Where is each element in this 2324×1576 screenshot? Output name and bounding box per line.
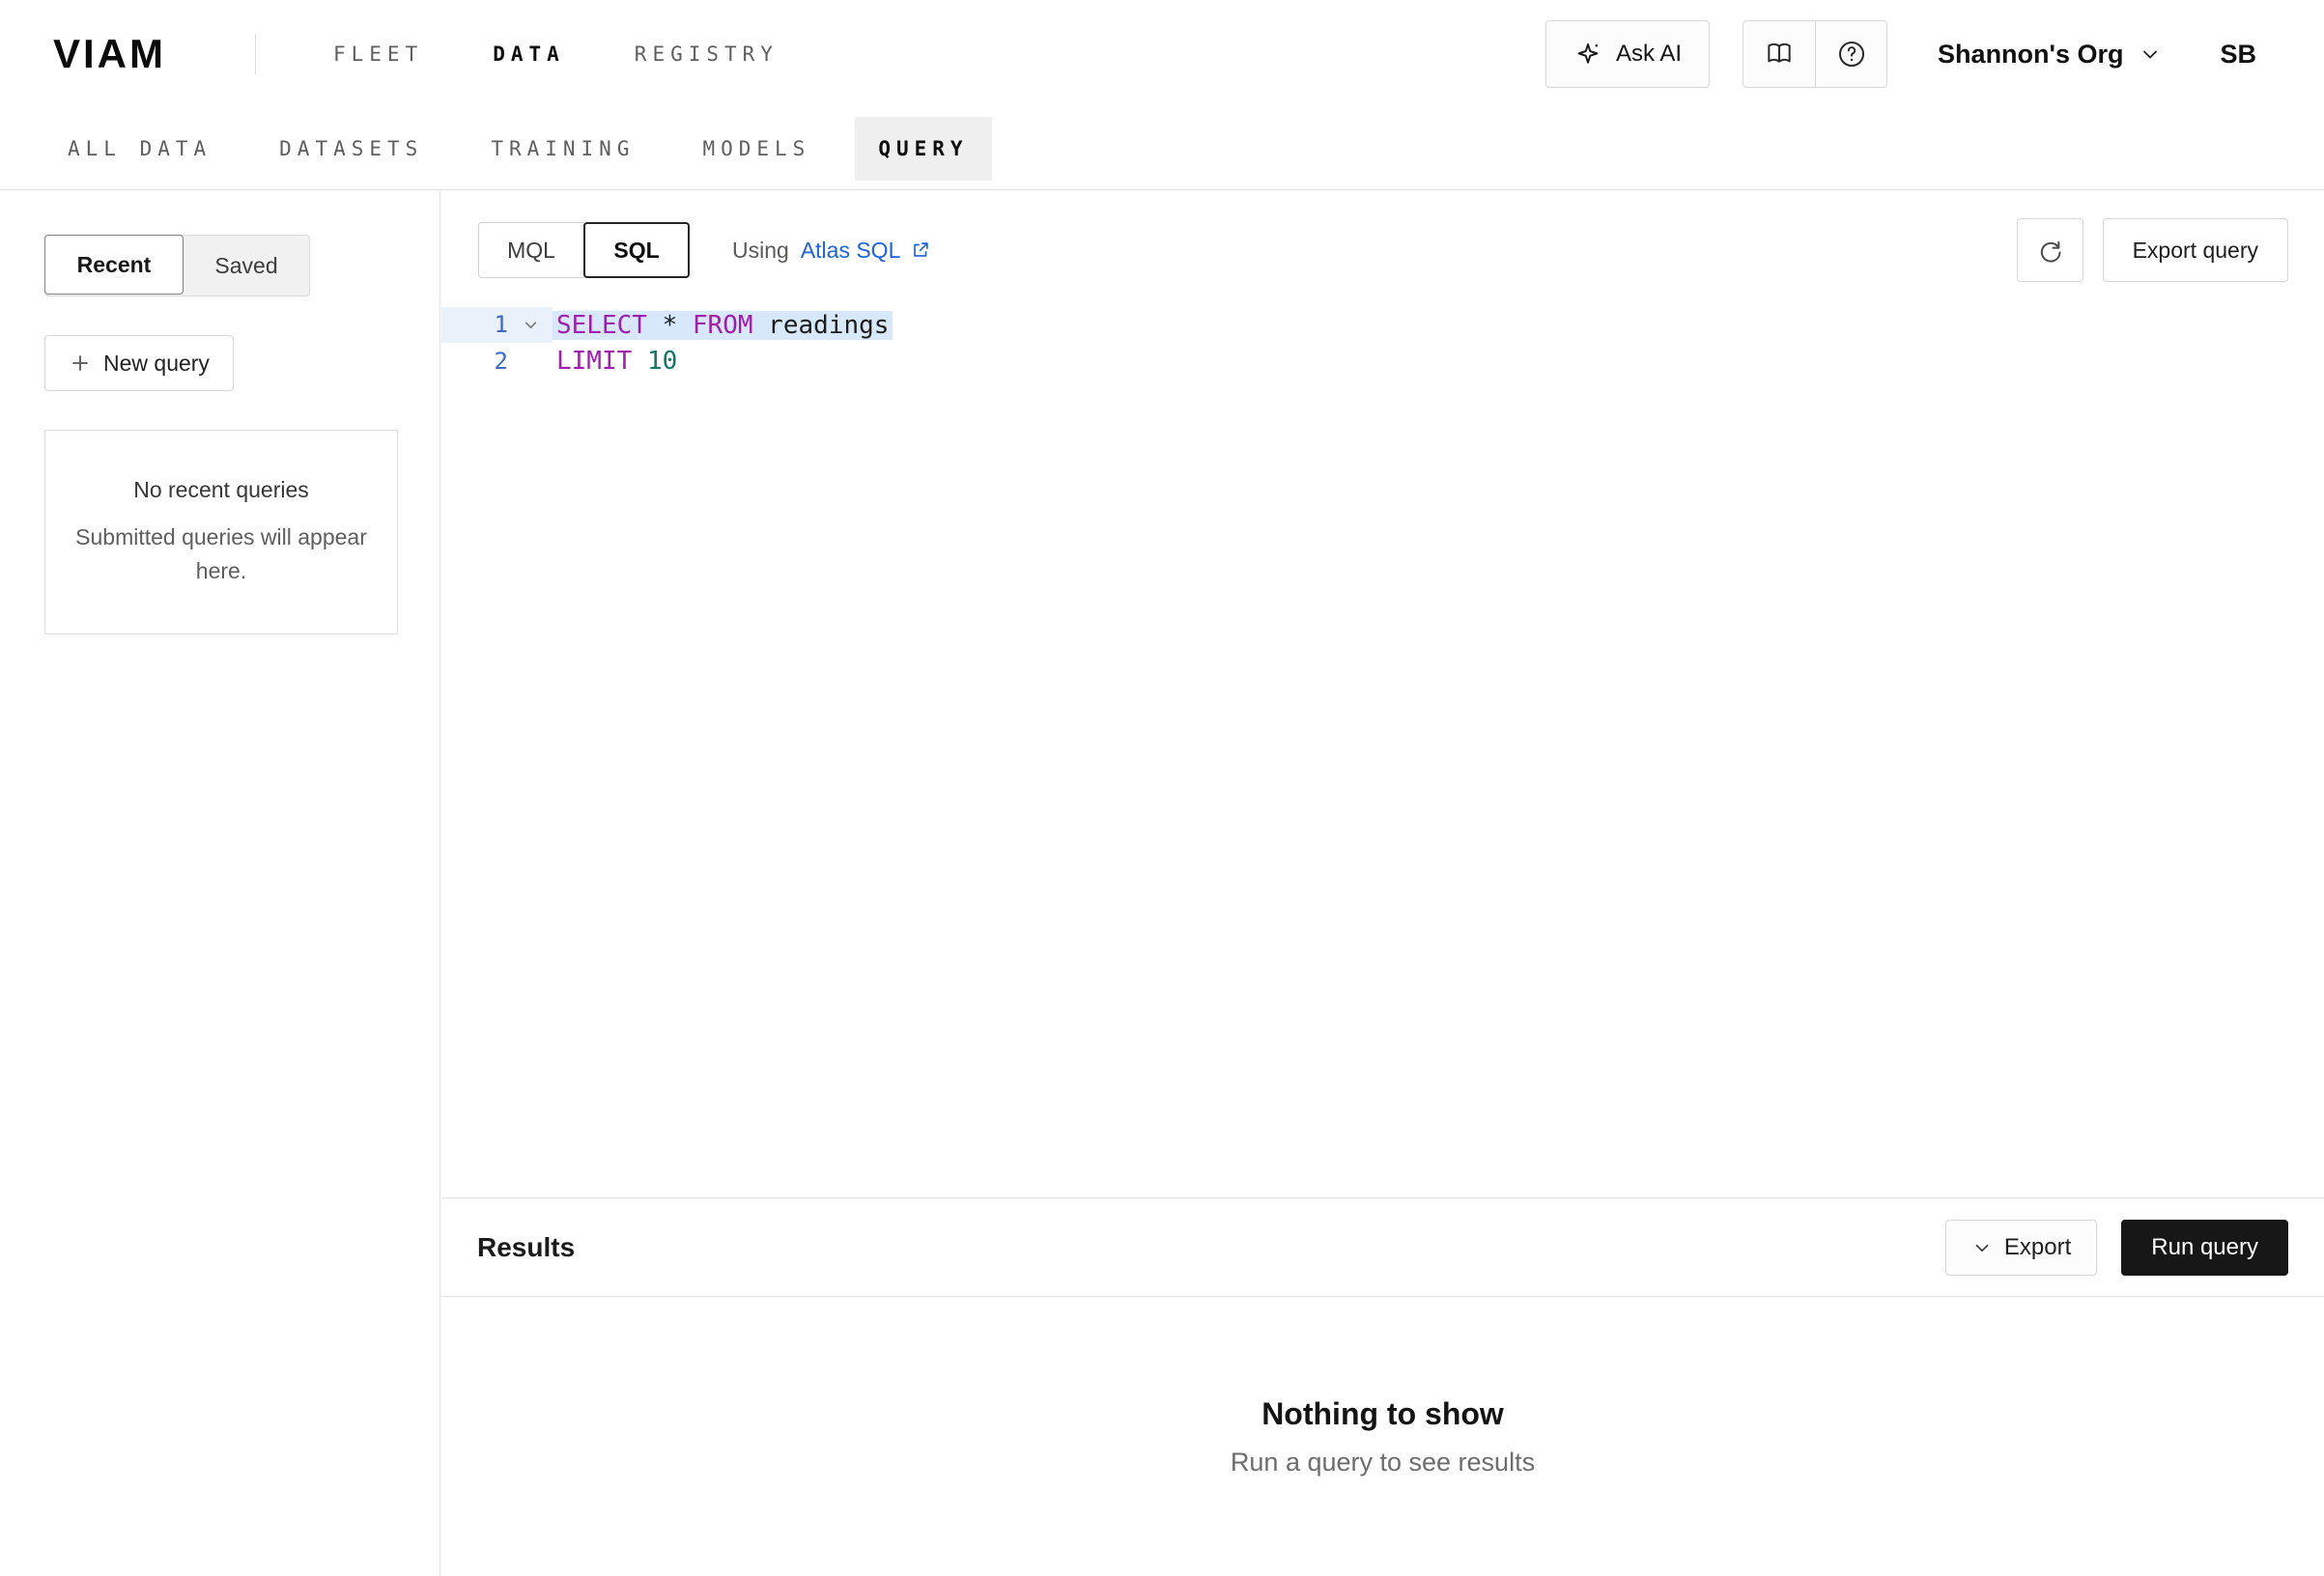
results-empty-title: Nothing to show — [1261, 1396, 1504, 1432]
empty-state-title: No recent queries — [71, 477, 372, 503]
chevron-down-icon — [1971, 1237, 1993, 1258]
results-empty-subtitle: Run a query to see results — [1231, 1448, 1535, 1478]
results-bar: Results Export Run query — [441, 1197, 2324, 1297]
recent-saved-toggle: Recent Saved — [44, 235, 310, 296]
export-query-button[interactable]: Export query — [2103, 218, 2288, 282]
top-nav: FLEET DATA REGISTRY — [333, 42, 779, 66]
code-line[interactable]: 2 LIMIT 10 — [441, 343, 2324, 379]
sql-editor[interactable]: 1 SELECT * FROM readings 2 LIMIT 10 — [441, 307, 2324, 379]
new-query-label: New query — [103, 351, 210, 377]
tab-all-data[interactable]: ALL DATA — [44, 117, 235, 181]
recent-queries-empty-state: No recent queries Submitted queries will… — [44, 430, 398, 634]
ask-ai-label: Ask AI — [1616, 41, 1682, 68]
export-results-label: Export — [2004, 1234, 2071, 1261]
saved-tab[interactable]: Saved — [184, 236, 309, 296]
query-sidebar: Recent Saved New query No recent queries… — [0, 190, 440, 1576]
header-divider — [255, 34, 256, 74]
line-number: 2 — [441, 348, 508, 375]
code-line-text: SELECT * FROM readings — [553, 311, 893, 340]
help-button[interactable] — [1815, 21, 1886, 87]
code-line-text: LIMIT 10 — [553, 347, 681, 376]
viam-logo[interactable]: VIAM — [53, 31, 166, 77]
refresh-button[interactable] — [2017, 218, 2083, 282]
refresh-icon — [2036, 237, 2063, 264]
new-query-button[interactable]: New query — [44, 335, 234, 391]
using-atlas-sql: Using Atlas SQL — [732, 238, 931, 264]
results-title: Results — [477, 1232, 575, 1263]
using-label: Using — [732, 238, 789, 264]
page: VIAM FLEET DATA REGISTRY Ask AI — [0, 0, 2324, 1576]
question-circle-icon — [1836, 39, 1867, 70]
external-link-icon — [910, 239, 931, 261]
org-switcher[interactable]: Shannon's Org — [1938, 40, 2162, 70]
header-right: Ask AI — [1545, 20, 2256, 88]
ask-ai-button[interactable]: Ask AI — [1545, 20, 1710, 88]
atlas-sql-link-label: Atlas SQL — [801, 238, 901, 264]
results-actions: Export Run query — [1945, 1220, 2288, 1276]
org-name: Shannon's Org — [1938, 40, 2123, 70]
fold-chevron-icon[interactable] — [508, 307, 553, 343]
chevron-down-icon — [2139, 42, 2162, 66]
query-mode-toggle: MQL SQL — [478, 222, 690, 278]
atlas-sql-link[interactable]: Atlas SQL — [801, 238, 932, 264]
empty-state-subtitle: Submitted queries will appear here. — [71, 521, 372, 587]
top-nav-fleet[interactable]: FLEET — [333, 42, 423, 66]
query-toolbar: MQL SQL Using Atlas SQL — [441, 218, 2324, 282]
query-toolbar-right: Export query — [2017, 218, 2288, 282]
sql-mode-button[interactable]: SQL — [583, 222, 690, 278]
mql-mode-button[interactable]: MQL — [478, 222, 584, 278]
docs-button[interactable] — [1743, 21, 1815, 87]
code-line[interactable]: 1 SELECT * FROM readings — [441, 307, 2324, 343]
tab-query[interactable]: QUERY — [855, 117, 991, 181]
run-query-button[interactable]: Run query — [2121, 1220, 2288, 1276]
data-tabs-bar: ALL DATA DATASETS TRAINING MODELS QUERY — [0, 108, 2324, 190]
tab-datasets[interactable]: DATASETS — [256, 117, 446, 181]
results-empty-state: Nothing to show Run a query to see resul… — [441, 1297, 2324, 1576]
book-icon — [1764, 39, 1795, 70]
help-icon-group — [1743, 20, 1887, 88]
top-nav-registry[interactable]: REGISTRY — [635, 42, 779, 66]
avatar[interactable]: SB — [2220, 40, 2256, 70]
sparkle-icon — [1573, 40, 1602, 69]
top-header: VIAM FLEET DATA REGISTRY Ask AI — [0, 0, 2324, 108]
recent-tab[interactable]: Recent — [44, 235, 184, 295]
code-lines: 1 SELECT * FROM readings 2 LIMIT 10 — [441, 307, 2324, 379]
line-number: 1 — [441, 307, 508, 343]
top-nav-data[interactable]: DATA — [493, 42, 565, 66]
plus-icon — [69, 352, 92, 375]
export-results-button[interactable]: Export — [1945, 1220, 2097, 1276]
tab-models[interactable]: MODELS — [679, 117, 834, 181]
tab-training[interactable]: TRAINING — [468, 117, 658, 181]
